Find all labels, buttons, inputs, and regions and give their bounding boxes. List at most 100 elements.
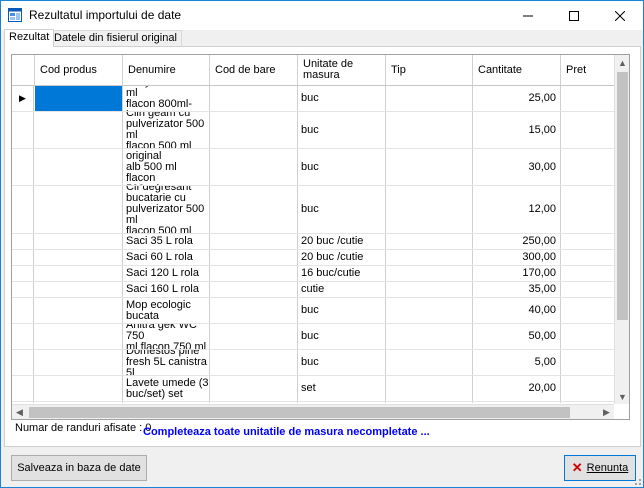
row-header[interactable] bbox=[12, 324, 34, 349]
cell-cod-produs[interactable] bbox=[35, 112, 123, 148]
cell-unitate[interactable]: cutie bbox=[298, 282, 386, 297]
cell-cantitate[interactable]: 35,00 bbox=[473, 282, 561, 297]
horizontal-scrollbar[interactable]: ◀ ▶ bbox=[12, 404, 614, 419]
table-row[interactable]: Saci 160 L rola cutie 35,00 bbox=[12, 282, 614, 298]
table-row[interactable]: Mop ecologic bucata buc 40,00 bbox=[12, 298, 614, 324]
cell-cod-de-bare[interactable] bbox=[210, 149, 298, 185]
resize-grip-icon[interactable] bbox=[631, 475, 641, 485]
row-header[interactable] bbox=[12, 112, 34, 148]
cell-unitate[interactable]: buc bbox=[298, 298, 386, 323]
col-denumire[interactable]: Denumire bbox=[123, 55, 210, 85]
cell-cod-produs[interactable] bbox=[35, 282, 123, 297]
cell-cantitate[interactable]: 300,00 bbox=[473, 250, 561, 265]
vertical-scrollbar[interactable]: ▲ ▼ bbox=[614, 55, 629, 404]
cell-denumire[interactable]: Saci 120 L rola bbox=[123, 266, 210, 281]
cell-pret[interactable] bbox=[561, 266, 614, 281]
cell-unitate[interactable]: buc bbox=[298, 86, 386, 111]
cell-denumire[interactable]: Domestos pine fresh 5L canistra 5l bbox=[123, 350, 210, 375]
cell-tip[interactable] bbox=[386, 186, 473, 233]
row-header[interactable] bbox=[12, 266, 34, 281]
table-row[interactable]: ▶ Fairy vase 800 mlflacon 800ml-buc buc 25,… bbox=[12, 86, 614, 112]
cell-cod-de-bare[interactable] bbox=[210, 86, 298, 111]
col-cod-produs[interactable]: Cod produs bbox=[35, 55, 123, 85]
cell-cantitate[interactable] bbox=[473, 402, 561, 403]
cell-denumire[interactable]: Clin geam cu pulverizator 500 ml flacon 50… bbox=[123, 112, 210, 148]
cell-cod-produs[interactable] bbox=[35, 350, 123, 375]
cell-pret[interactable] bbox=[561, 324, 614, 349]
col-cod-de-bare[interactable]: Cod de bare bbox=[210, 55, 298, 85]
cell-cod-produs[interactable] bbox=[35, 324, 123, 349]
cell-pret[interactable] bbox=[561, 298, 614, 323]
cell-denumire[interactable]: Anitra gek WC 750 ml flacon 750 ml bbox=[123, 324, 210, 349]
cell-cantitate[interactable]: 50,00 bbox=[473, 324, 561, 349]
cell-cod-de-bare[interactable] bbox=[210, 266, 298, 281]
scroll-down-icon[interactable]: ▼ bbox=[615, 389, 629, 404]
cell-unitate[interactable]: buc bbox=[298, 350, 386, 375]
tab-rezultat[interactable]: Rezultat bbox=[4, 29, 55, 47]
cell-cantitate[interactable]: 250,00 bbox=[473, 234, 561, 249]
row-header[interactable] bbox=[12, 250, 34, 265]
minimize-button[interactable] bbox=[505, 1, 551, 30]
cell-cod-produs[interactable] bbox=[35, 250, 123, 265]
cell-cod-produs[interactable] bbox=[35, 149, 123, 185]
cell-denumire[interactable]: Saci 160 L rola bbox=[123, 282, 210, 297]
cell-cod-de-bare[interactable] bbox=[210, 350, 298, 375]
title-bar[interactable]: Rezultatul importului de date bbox=[1, 1, 643, 30]
cell-pret[interactable] bbox=[561, 86, 614, 111]
row-header[interactable] bbox=[12, 298, 34, 323]
row-header[interactable] bbox=[12, 186, 34, 233]
save-to-database-button[interactable]: Salveaza in baza de date bbox=[11, 455, 147, 481]
cell-denumire[interactable]: Cif cream originalalb 500 ml flacon500 m… bbox=[123, 149, 210, 185]
row-header[interactable] bbox=[12, 350, 34, 375]
row-header[interactable] bbox=[12, 234, 34, 249]
cell-denumire[interactable]: Cif degresant bucatarie cu pulverizator 50… bbox=[123, 186, 210, 233]
cell-cod-produs[interactable] bbox=[35, 186, 123, 233]
cell-cantitate[interactable]: 30,00 bbox=[473, 149, 561, 185]
cell-pret[interactable] bbox=[561, 112, 614, 148]
cell-tip[interactable] bbox=[386, 298, 473, 323]
cell-tip[interactable] bbox=[386, 112, 473, 148]
cell-unitate[interactable]: buc bbox=[298, 186, 386, 233]
cell-cantitate[interactable]: 5,00 bbox=[473, 350, 561, 375]
cell-unitate[interactable]: buc bbox=[298, 149, 386, 185]
table-row[interactable]: Cif cream originalalb 500 ml flacon500 m… bbox=[12, 149, 614, 186]
cell-cod-de-bare[interactable] bbox=[210, 186, 298, 233]
cell-unitate[interactable]: 16 buc/cutie bbox=[298, 266, 386, 281]
col-tip[interactable]: Tip bbox=[386, 55, 473, 85]
cell-pret[interactable] bbox=[561, 282, 614, 297]
table-row[interactable]: Anitra gek WC 750 ml flacon 750 ml buc 50,0… bbox=[12, 324, 614, 350]
table-row[interactable]: Saci 35 L rola 20 buc /cutie 250,00 bbox=[12, 234, 614, 250]
cell-denumire[interactable]: Fairy vase 800 mlflacon 800ml-buc bbox=[123, 86, 210, 111]
cell-pret[interactable] bbox=[561, 402, 614, 403]
cell-tip[interactable] bbox=[386, 234, 473, 249]
cell-cod-de-bare[interactable] bbox=[210, 376, 298, 401]
cell-cod-de-bare[interactable] bbox=[210, 234, 298, 249]
cell-cantitate[interactable]: 15,00 bbox=[473, 112, 561, 148]
cell-tip[interactable] bbox=[386, 402, 473, 403]
cell-unitate[interactable]: buc bbox=[298, 112, 386, 148]
cell-tip[interactable] bbox=[386, 266, 473, 281]
cell-pret[interactable] bbox=[561, 350, 614, 375]
row-header[interactable] bbox=[12, 149, 34, 185]
cell-cod-de-bare[interactable] bbox=[210, 112, 298, 148]
tab-original-file-data[interactable]: Datele din fisierul original bbox=[49, 30, 182, 46]
cell-cod-de-bare[interactable] bbox=[210, 282, 298, 297]
row-header[interactable] bbox=[12, 282, 34, 297]
table-row[interactable]: Saci 60 L rola 20 buc /cutie 300,00 bbox=[12, 250, 614, 266]
cell-cod-produs[interactable] bbox=[35, 376, 123, 401]
cell-cod-produs[interactable] bbox=[35, 266, 123, 281]
cell-cod-produs[interactable] bbox=[35, 86, 123, 111]
close-button[interactable] bbox=[597, 1, 643, 30]
horizontal-scroll-thumb[interactable] bbox=[29, 407, 570, 418]
cell-pret[interactable] bbox=[561, 234, 614, 249]
cell-cantitate[interactable]: 25,00 bbox=[473, 86, 561, 111]
table-row[interactable]: Cif degresant bucatarie cu pulverizator 50… bbox=[12, 186, 614, 234]
cell-denumire[interactable]: Pronto pamatuf bbox=[123, 402, 210, 403]
cell-cod-produs[interactable] bbox=[35, 234, 123, 249]
cell-cod-produs[interactable] bbox=[35, 298, 123, 323]
cell-cod-de-bare[interactable] bbox=[210, 250, 298, 265]
results-grid[interactable]: Cod produs Denumire Cod de bare Unitate … bbox=[11, 54, 630, 420]
cell-cantitate[interactable]: 170,00 bbox=[473, 266, 561, 281]
row-header[interactable] bbox=[12, 402, 34, 403]
cell-denumire[interactable]: Saci 35 L rola bbox=[123, 234, 210, 249]
